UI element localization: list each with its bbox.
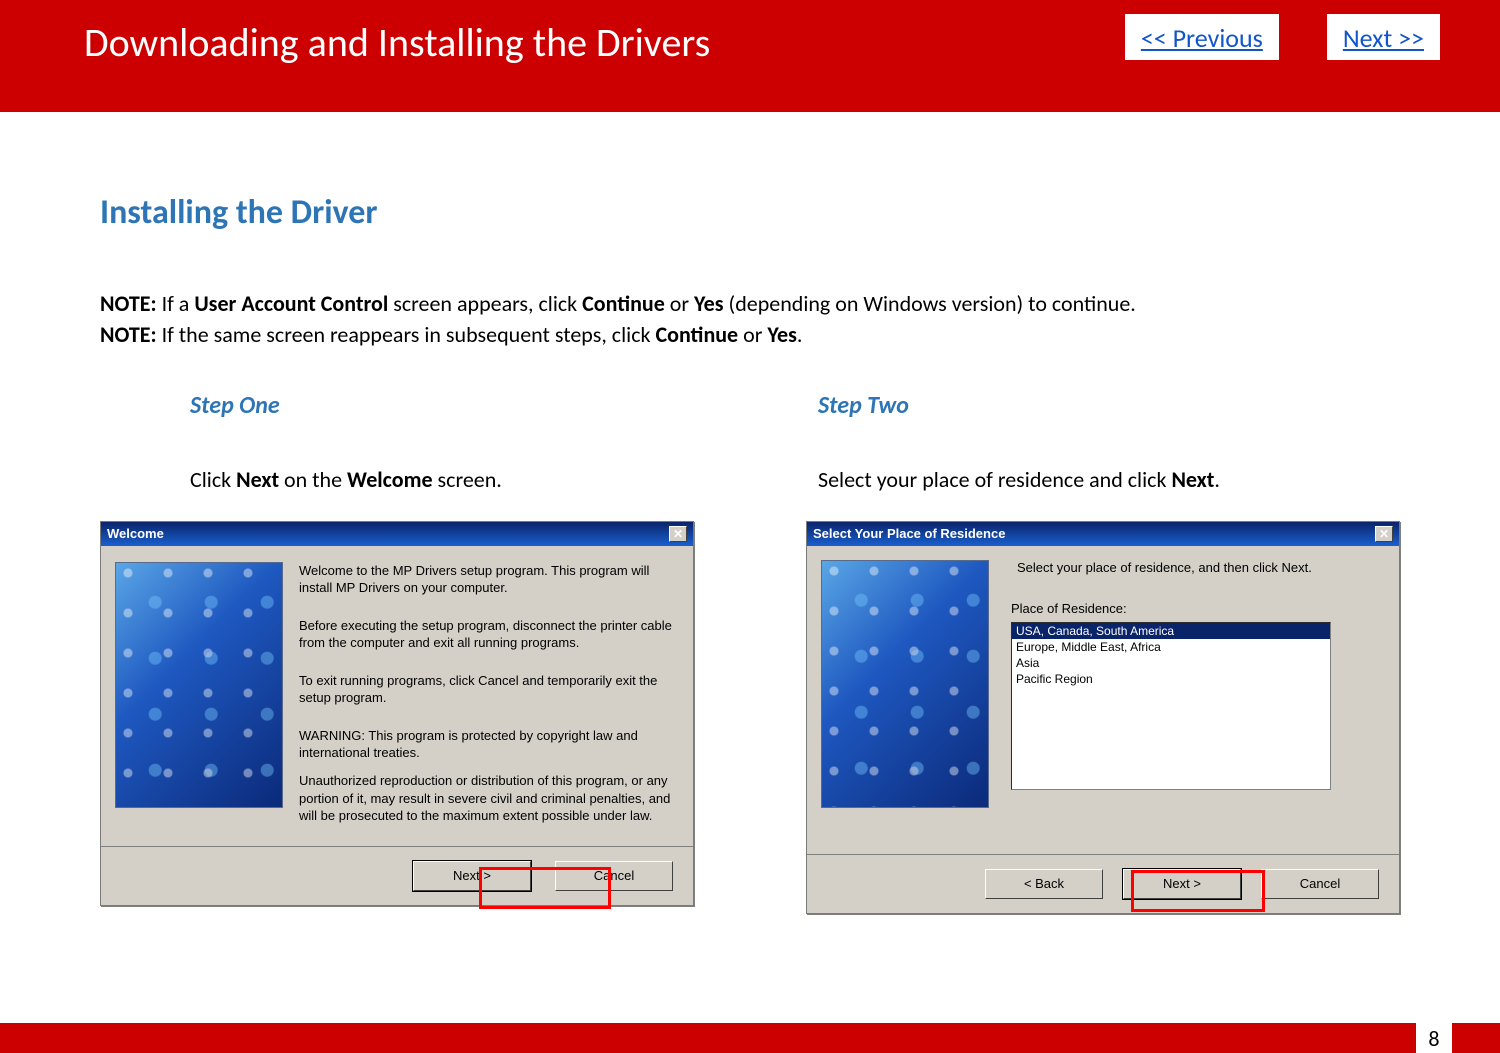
note-bold: Yes <box>694 290 724 317</box>
welcome-dialog-buttons: Next > Cancel <box>101 846 693 905</box>
note-bold: Continue <box>655 321 738 348</box>
steps-row: Step One Click Next on the Welcome scree… <box>100 391 1400 914</box>
wizard-graphic <box>821 560 989 808</box>
close-icon[interactable]: ✕ <box>669 526 687 542</box>
welcome-dialog-titlebar: Welcome ✕ <box>101 522 693 546</box>
instr-text: . <box>1214 466 1220 493</box>
note-text: If a <box>157 290 195 317</box>
section-heading: Installing the Driver <box>100 192 1400 233</box>
residence-dialog: Select Your Place of Residence ✕ Select … <box>806 521 1400 914</box>
nav-buttons: << Previous Next >> <box>1125 14 1440 60</box>
residence-dialog-title-text: Select Your Place of Residence <box>813 526 1005 541</box>
step-two: Step Two Select your place of residence … <box>806 391 1400 914</box>
residence-back-button[interactable]: < Back <box>985 869 1103 899</box>
welcome-next-button[interactable]: Next > <box>413 861 531 891</box>
welcome-p5: Unauthorized reproduction or distributio… <box>299 772 673 825</box>
residence-top-text: Select your place of residence, and then… <box>1011 560 1331 575</box>
welcome-p3: To exit running programs, click Cancel a… <box>299 672 673 707</box>
welcome-dialog-body: Welcome to the MP Drivers setup program.… <box>101 546 693 846</box>
welcome-dialog-title-text: Welcome <box>107 526 164 541</box>
residence-dialog-body: Select your place of residence, and then… <box>807 546 1399 854</box>
instr-bold: Welcome <box>347 466 433 493</box>
note-text: or <box>738 321 767 348</box>
content: Installing the Driver NOTE: If a User Ac… <box>0 112 1500 914</box>
residence-option[interactable]: Pacific Region <box>1012 671 1330 687</box>
welcome-dialog: Welcome ✕ Welcome to the MP Drivers setu… <box>100 521 694 906</box>
note-label: NOTE: <box>100 290 157 317</box>
residence-dialog-right: Select your place of residence, and then… <box>1011 560 1331 808</box>
welcome-p4: WARNING: This program is protected by co… <box>299 727 673 762</box>
wizard-graphic <box>115 562 283 808</box>
note-text: or <box>665 290 694 317</box>
step-one: Step One Click Next on the Welcome scree… <box>100 391 694 914</box>
welcome-p2: Before executing the setup program, disc… <box>299 617 673 652</box>
residence-dialog-titlebar: Select Your Place of Residence ✕ <box>807 522 1399 546</box>
step-two-instruction: Select your place of residence and click… <box>818 466 1400 493</box>
instr-bold: Next <box>236 466 279 493</box>
note-text: . <box>797 321 803 348</box>
step-one-instruction: Click Next on the Welcome screen. <box>190 466 694 493</box>
welcome-p1: Welcome to the MP Drivers setup program.… <box>299 562 673 597</box>
step-one-title: Step One <box>190 391 694 420</box>
residence-next-button[interactable]: Next > <box>1123 869 1241 899</box>
residence-option[interactable]: Asia <box>1012 655 1330 671</box>
previous-link[interactable]: << Previous <box>1125 14 1279 60</box>
residence-option[interactable]: Europe, Middle East, Africa <box>1012 639 1330 655</box>
note-bold: Yes <box>767 321 797 348</box>
notes-block: NOTE: If a User Account Control screen a… <box>100 289 1400 351</box>
welcome-dialog-text: Welcome to the MP Drivers setup program.… <box>299 562 673 832</box>
close-icon[interactable]: ✕ <box>1375 526 1393 542</box>
instr-text: Select your place of residence and click <box>818 466 1171 493</box>
page-number: 8 <box>1416 1023 1452 1053</box>
note-text: (depending on Windows version) to contin… <box>724 290 1136 317</box>
top-banner: Downloading and Installing the Drivers <… <box>0 0 1500 112</box>
note-bold: Continue <box>582 290 665 317</box>
welcome-cancel-button[interactable]: Cancel <box>555 861 673 891</box>
next-link[interactable]: Next >> <box>1327 14 1440 60</box>
instr-text: screen. <box>433 466 502 493</box>
residence-dialog-buttons: < Back Next > Cancel <box>807 854 1399 913</box>
note-label: NOTE: <box>100 321 157 348</box>
page-title: Downloading and Installing the Drivers <box>84 18 710 67</box>
step-two-title: Step Two <box>818 391 1400 420</box>
instr-text: on the <box>279 466 347 493</box>
residence-cancel-button[interactable]: Cancel <box>1261 869 1379 899</box>
residence-list-label: Place of Residence: <box>1011 601 1331 616</box>
footer-bar: 8 <box>0 1023 1500 1053</box>
residence-option[interactable]: USA, Canada, South America <box>1012 623 1330 639</box>
note-text: screen appears, click <box>388 290 582 317</box>
note-bold: User Account Control <box>194 290 388 317</box>
residence-listbox[interactable]: USA, Canada, South AmericaEurope, Middle… <box>1011 622 1331 790</box>
instr-bold: Next <box>1171 466 1214 493</box>
instr-text: Click <box>190 466 236 493</box>
note-text: If the same screen reappears in subseque… <box>157 321 656 348</box>
